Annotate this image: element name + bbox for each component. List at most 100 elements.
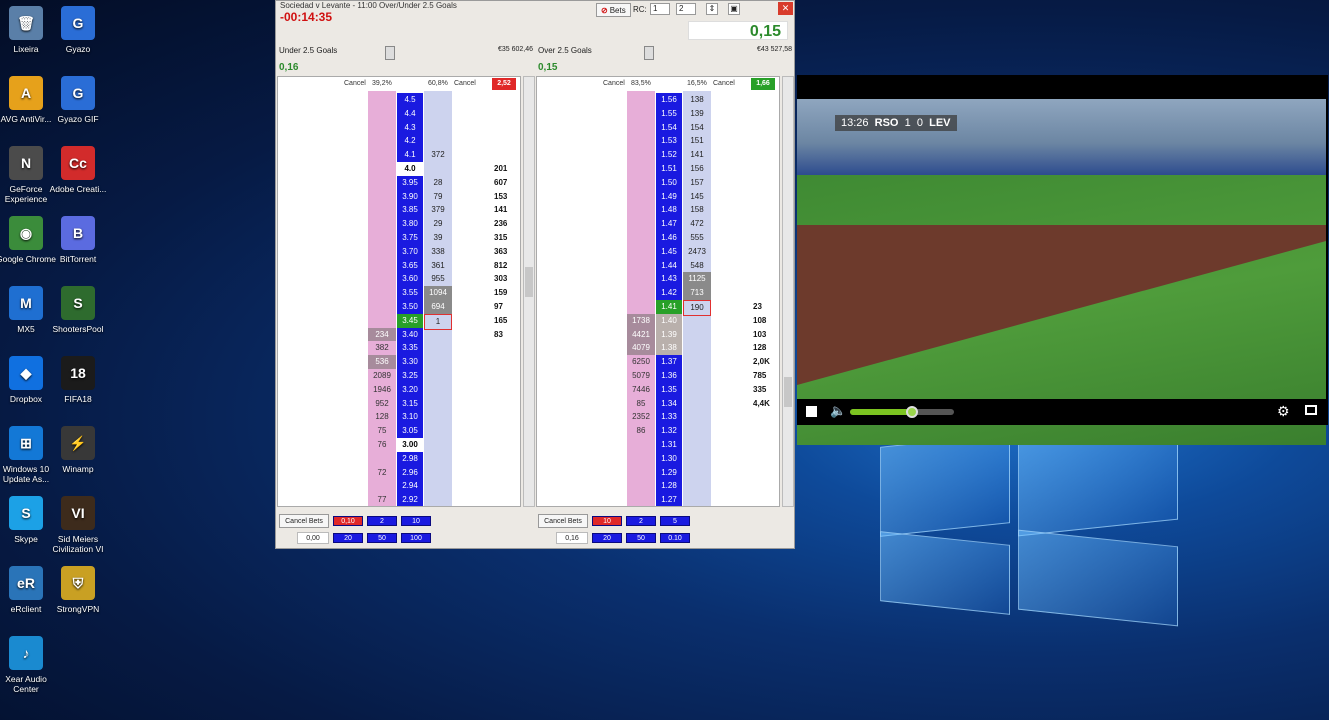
lay-amount[interactable]: 4079 <box>627 341 655 356</box>
ladder-row[interactable]: 1946 3.20 <box>278 382 520 397</box>
stake-button[interactable]: 10 <box>401 516 431 526</box>
lay-amount[interactable]: 85 <box>627 397 655 411</box>
back-amount[interactable]: 2473 <box>683 245 711 259</box>
ladder-row[interactable]: 1738 1.40 108 <box>537 313 779 328</box>
rc-stepper-1[interactable]: 1 <box>650 3 670 15</box>
stop-icon[interactable] <box>806 406 817 417</box>
back-amount[interactable]: 372 <box>424 148 452 162</box>
ladder-row[interactable]: 1.50 157 <box>537 175 779 190</box>
ladder-row[interactable]: 3.75 39 315 <box>278 231 520 245</box>
ladder-row[interactable]: 2089 3.25 <box>278 369 520 383</box>
desktop-icon[interactable]: ⚡ Winamp <box>46 426 110 474</box>
ladder-row[interactable]: 5079 1.36 785 <box>537 369 779 383</box>
cancel-bets-button[interactable]: Cancel Bets <box>538 514 588 528</box>
close-button[interactable]: ✕ <box>778 2 793 15</box>
desktop-icon[interactable]: S ShootersPool <box>46 286 110 334</box>
ladder-row[interactable]: 2.98 <box>278 451 520 466</box>
ladder-row[interactable]: 85 1.34 4,4K <box>537 396 779 411</box>
lay-amount[interactable]: 5079 <box>627 369 655 383</box>
desktop-icon[interactable]: B BitTorrent <box>46 216 110 264</box>
lay-amount[interactable]: 4421 <box>627 327 655 342</box>
ladder-row[interactable]: 1.49 145 <box>537 189 779 204</box>
lay-amount[interactable]: 952 <box>368 397 396 411</box>
stake-button[interactable]: 2 <box>367 516 397 526</box>
desktop-icon[interactable]: G Gyazo GIF <box>46 76 110 124</box>
back-amount[interactable]: 145 <box>683 190 711 204</box>
back-amount[interactable]: 472 <box>683 217 711 231</box>
ladder-row[interactable]: 1.29 <box>537 465 779 480</box>
ladder-row[interactable]: 4.0 201 <box>278 162 520 176</box>
stake-button[interactable]: 20 <box>592 533 622 543</box>
back-amount[interactable]: 138 <box>683 93 711 107</box>
ladder-row[interactable]: 536 3.30 <box>278 355 520 369</box>
desktop-icon[interactable]: Cc Adobe Creati... <box>46 146 110 194</box>
lay-amount[interactable]: 1946 <box>368 383 396 397</box>
ladder-row[interactable]: 3.60 955 303 <box>278 272 520 287</box>
ladder-scrollbar[interactable] <box>523 76 535 507</box>
cancel-lay-button[interactable]: Cancel <box>344 80 366 87</box>
back-amount[interactable]: 39 <box>424 231 452 245</box>
back-amount[interactable]: 151 <box>683 134 711 148</box>
ladder-row[interactable]: 1.42 713 <box>537 286 779 300</box>
lay-amount[interactable]: 7446 <box>627 383 655 397</box>
ladder-row[interactable]: 4421 1.39 103 <box>537 327 779 342</box>
video-player[interactable]: 13:26 RSO 1 0 LEV 🔈 ⚙ <box>797 75 1328 445</box>
volume-slider[interactable] <box>850 406 954 418</box>
back-amount[interactable]: 338 <box>424 245 452 259</box>
stake-input[interactable]: 0,00 <box>297 532 329 544</box>
ladder-row[interactable]: 4.4 <box>278 106 520 121</box>
ladder-row[interactable]: 1.55 139 <box>537 106 779 121</box>
ladder-row[interactable]: 7446 1.35 335 <box>537 382 779 397</box>
desktop-icon[interactable]: G Gyazo <box>46 6 110 54</box>
stake-button[interactable]: 0.10 <box>660 533 690 543</box>
lay-amount[interactable]: 234 <box>368 327 396 342</box>
ladder-row[interactable]: 3.50 694 97 <box>278 300 520 314</box>
window-mode-icon[interactable]: ▣ <box>728 3 740 15</box>
cancel-bets-button[interactable]: Cancel Bets <box>279 514 329 528</box>
ladder-row[interactable]: 3.80 29 236 <box>278 217 520 231</box>
ladder-row[interactable]: 1.48 158 <box>537 203 779 218</box>
ladder-row[interactable]: 2.94 <box>278 479 520 494</box>
stake-button[interactable]: 5 <box>660 516 690 526</box>
ladder-row[interactable]: 6250 1.37 2,0K <box>537 355 779 369</box>
stake-button[interactable]: 2 <box>626 516 656 526</box>
ladder-row[interactable]: 3.90 79 153 <box>278 189 520 204</box>
lay-amount[interactable]: 2352 <box>627 410 655 424</box>
updown-arrows-icon[interactable] <box>644 46 654 60</box>
lay-amount[interactable]: 2089 <box>368 369 396 383</box>
ladder-scrollbar[interactable] <box>782 76 794 507</box>
stake-button[interactable]: 50 <box>367 533 397 543</box>
ladder-row[interactable]: 952 3.15 <box>278 396 520 411</box>
ladder-row[interactable]: 4.1 372 <box>278 148 520 162</box>
lay-amount[interactable]: 536 <box>368 355 396 369</box>
back-amount[interactable]: 555 <box>683 231 711 245</box>
desktop-icon[interactable]: 18 FIFA18 <box>46 356 110 404</box>
updown-arrows-icon[interactable] <box>385 46 395 60</box>
back-amount[interactable]: 1125 <box>683 272 711 287</box>
ladder-row[interactable]: 1.54 154 <box>537 120 779 135</box>
lay-amount[interactable]: 128 <box>368 410 396 424</box>
back-amount[interactable]: 361 <box>424 259 452 273</box>
stake-input[interactable]: 0,16 <box>556 532 588 544</box>
ladder-row[interactable]: 3.65 361 812 <box>278 258 520 273</box>
ladder-row[interactable]: 3.55 1094 159 <box>278 286 520 300</box>
desktop-icon[interactable]: ♪ Xear Audio Center <box>0 636 58 694</box>
back-amount[interactable]: 548 <box>683 259 711 273</box>
ladder-row[interactable]: 1.28 <box>537 479 779 494</box>
lay-amount[interactable]: 77 <box>368 493 396 506</box>
ladder-row[interactable]: 1.45 2473 <box>537 244 779 259</box>
ladder-row[interactable]: 1.56 138 <box>537 93 779 107</box>
back-amount[interactable]: 29 <box>424 217 452 231</box>
back-amount[interactable]: 713 <box>683 286 711 300</box>
ladder-row[interactable]: 1.44 548 <box>537 258 779 273</box>
back-amount[interactable]: 141 <box>683 148 711 162</box>
back-amount[interactable]: 157 <box>683 176 711 190</box>
ladder-row[interactable]: 4.3 <box>278 120 520 135</box>
gear-icon[interactable]: ⚙ <box>1277 403 1290 420</box>
ladder-row[interactable]: 3.70 338 363 <box>278 244 520 259</box>
lay-amount[interactable]: 75 <box>368 424 396 438</box>
ladder-row[interactable]: 4.5 <box>278 93 520 107</box>
ladder-row[interactable]: 3.45 1 165 <box>278 313 520 330</box>
ladder-row[interactable]: 382 3.35 <box>278 341 520 356</box>
back-amount[interactable]: 154 <box>683 121 711 135</box>
